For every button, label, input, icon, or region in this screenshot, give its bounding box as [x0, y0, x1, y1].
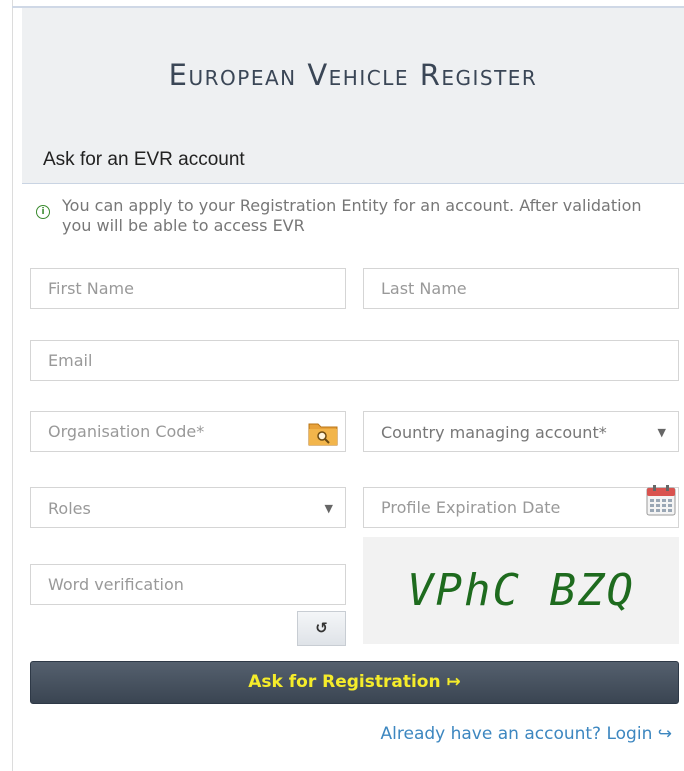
roles-select-value: Roles: [48, 499, 91, 518]
roles-select[interactable]: Roles ▼: [30, 487, 346, 528]
organisation-code-field: [30, 411, 346, 452]
country-select[interactable]: Country managing account* ▼: [363, 411, 679, 452]
chevron-down-icon: ▼: [324, 502, 333, 515]
organisation-code-input[interactable]: [31, 412, 345, 451]
first-name-field: [30, 268, 346, 309]
registration-page: European Vehicle Register Ask for an EVR…: [0, 0, 684, 771]
left-border: [12, 0, 13, 771]
info-icon: i: [36, 205, 50, 219]
folder-search-icon[interactable]: [308, 420, 338, 446]
info-message: You can apply to your Registration Entit…: [62, 196, 642, 235]
captcha-image: VPhC BZQ: [363, 537, 679, 644]
last-name-input[interactable]: [364, 269, 678, 308]
expiration-date-field: [363, 484, 679, 528]
calendar-icon[interactable]: [646, 484, 676, 516]
app-title: European Vehicle Register: [168, 58, 538, 92]
refresh-captcha-button[interactable]: ↺: [297, 611, 346, 646]
chevron-down-icon: ▼: [657, 426, 666, 439]
expiration-date-input[interactable]: [364, 488, 678, 527]
ask-for-registration-button[interactable]: Ask for Registration ↦: [30, 661, 679, 704]
section-title: Ask for an EVR account: [43, 149, 245, 170]
login-link[interactable]: Already have an account? Login ↪: [381, 724, 672, 744]
country-select-value: Country managing account*: [381, 423, 607, 442]
last-name-field: [363, 268, 679, 309]
first-name-input[interactable]: [31, 269, 345, 308]
email-field: [30, 340, 679, 381]
word-verification-field: [30, 564, 346, 605]
email-input[interactable]: [31, 341, 678, 380]
word-verification-input[interactable]: [31, 565, 345, 604]
header-divider: [22, 183, 684, 184]
